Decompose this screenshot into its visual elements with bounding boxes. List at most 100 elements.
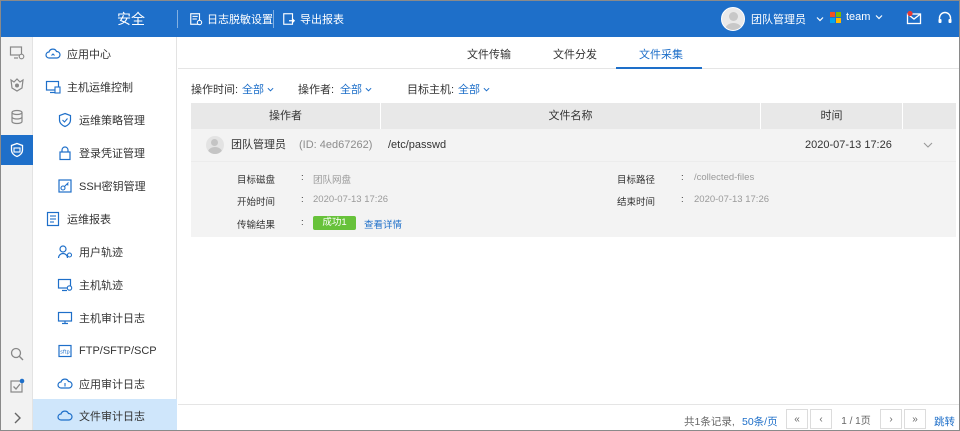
tab-file-distribution[interactable]: 文件分发 (553, 46, 597, 62)
brand-title: 安全 (117, 11, 145, 27)
crest-icon (10, 78, 24, 92)
team-switcher[interactable]: team (830, 11, 883, 23)
chevron-down-icon (483, 87, 490, 92)
sidebar-item-login-credentials[interactable]: 登录凭证管理 (33, 136, 177, 169)
goto-page-button[interactable]: 跳转 (934, 414, 955, 429)
sidebar-item-user-track[interactable]: 用户轨迹 (33, 235, 177, 268)
sidebar-item-label: 主机轨迹 (79, 279, 123, 292)
sidebar-item-host-audit-log[interactable]: 主机审计日志 (33, 301, 177, 334)
icon-rail (1, 37, 33, 430)
filter-time-dropdown[interactable]: 全部 (242, 81, 274, 97)
user-name: 团队管理员 (751, 14, 806, 26)
divider (177, 10, 178, 28)
sidebar-item-ssh-keys[interactable]: SSH密钥管理 (33, 169, 177, 202)
sidebar-item-label: 主机运维控制 (67, 81, 133, 94)
rail-host-security[interactable] (1, 135, 33, 165)
sidebar-item-label: 运维策略管理 (79, 114, 145, 127)
status-badge: 成功1 (313, 216, 356, 230)
sidebar-item-host-ops-control[interactable]: 主机运维控制 (33, 70, 177, 103)
chevron-down-icon (267, 87, 274, 92)
shield-icon (58, 112, 72, 127)
report-icon (46, 211, 60, 226)
task-check-icon (10, 378, 25, 393)
table-header: 操作者 文件名称 时间 (191, 103, 956, 129)
divider (273, 10, 274, 28)
cloud-icon (45, 48, 61, 59)
sidebar-item-label: SSH密钥管理 (79, 180, 146, 193)
sidebar-item-app-center[interactable]: 应用中心 (33, 37, 177, 70)
next-page-button[interactable]: › (880, 409, 902, 429)
sidebar-item-host-track[interactable]: 主机轨迹 (33, 268, 177, 301)
support-headset-icon[interactable] (937, 10, 953, 26)
svg-text:sftp: sftp (60, 349, 69, 355)
notification-mail-icon[interactable] (906, 10, 922, 26)
detail-path-value: /collected-files (694, 172, 755, 183)
operator-avatar (206, 136, 224, 154)
tab-file-transfer[interactable]: 文件传输 (467, 46, 511, 62)
chevron-down-icon (876, 15, 883, 20)
user-menu[interactable]: 团队管理员 (721, 7, 824, 31)
rail-database[interactable] (1, 102, 33, 132)
rail-expand[interactable] (1, 403, 33, 430)
rail-search[interactable] (1, 339, 33, 369)
chevron-down-icon[interactable] (923, 141, 933, 149)
first-page-button[interactable]: « (786, 409, 808, 429)
table-row[interactable]: 团队管理员 (ID: 4ed67262) /etc/passwd 2020-07… (191, 129, 956, 161)
filter-operator-dropdown[interactable]: 全部 (340, 81, 372, 97)
team-logo-icon (830, 11, 841, 23)
sidebar-item-label: 运维报表 (67, 213, 111, 226)
filter-host-dropdown[interactable]: 全部 (458, 81, 490, 97)
last-page-button[interactable]: » (904, 409, 926, 429)
filter-time-label: 操作时间: (191, 84, 239, 96)
sidebar-item-label: 主机审计日志 (79, 312, 145, 325)
sidebar-item-ftp-sftp-scp[interactable]: sftp FTP/SFTP/SCP (33, 334, 177, 367)
rail-security-crest[interactable] (1, 70, 33, 100)
filter-operator-value: 全部 (340, 84, 362, 96)
host-track-icon (57, 278, 73, 291)
prev-page-button[interactable]: ‹ (810, 409, 832, 429)
detail-disk-value: 团队网盘 (313, 175, 352, 186)
log-mask-settings-button[interactable]: 日志脱敏设置 (189, 11, 273, 27)
rail-tasks[interactable] (1, 371, 33, 401)
lock-icon (59, 145, 71, 160)
chevron-down-icon (816, 17, 824, 22)
sidebar-item-label: 应用审计日志 (79, 378, 145, 391)
detail-colon: : (681, 172, 684, 183)
ftp-icon: sftp (58, 344, 72, 357)
sidebar-item-label: 应用中心 (67, 48, 111, 61)
column-header-expand (903, 103, 956, 129)
view-detail-link[interactable]: 查看详情 (364, 217, 402, 231)
detail-colon: : (681, 194, 684, 205)
chevron-right-icon (14, 412, 21, 424)
top-bar: 安全 日志脱敏设置 导出报表 团队管理员 team (1, 1, 959, 37)
column-header-file-name: 文件名称 (381, 103, 761, 129)
sidebar-item-file-audit-log[interactable]: 文件审计日志 (33, 399, 177, 430)
detail-start-label: 开始时间 (237, 197, 276, 208)
filter-host-label: 目标主机: (407, 84, 455, 96)
tab-file-collection[interactable]: 文件采集 (639, 46, 683, 62)
row-file-name: /etc/passwd (388, 139, 447, 151)
sidebar-item-app-audit-log[interactable]: 应用审计日志 (33, 367, 177, 400)
tab-bar: 文件传输 文件分发 文件采集 (178, 37, 959, 69)
row-time: 2020-07-13 17:26 (805, 139, 892, 151)
shield-monitor-icon (10, 142, 24, 158)
rail-monitor-settings[interactable] (1, 38, 33, 68)
database-icon (11, 109, 23, 125)
key-icon (58, 178, 72, 193)
app-audit-icon (57, 378, 73, 389)
sidebar-item-ops-reports[interactable]: 运维报表 (33, 202, 177, 235)
filter-host-value: 全部 (458, 84, 480, 96)
detail-path-label: 目标路径 (617, 175, 656, 186)
sidebar-item-ops-policy[interactable]: 运维策略管理 (33, 103, 177, 136)
detail-colon: : (301, 172, 304, 183)
detail-start-value: 2020-07-13 17:26 (313, 194, 389, 205)
detail-end-label: 结束时间 (617, 197, 656, 208)
pagination-bar: 共1条记录, 50条/页 « ‹ 1 / 1页 › » 跳转 (178, 404, 959, 430)
page-size-select[interactable]: 50条/页 (742, 414, 778, 429)
export-report-button[interactable]: 导出报表 (282, 11, 344, 27)
chevron-down-icon (365, 87, 372, 92)
record-count: 共1条记录, (684, 416, 735, 428)
row-operator-id: (ID: 4ed67262) (299, 139, 373, 151)
detail-colon: : (301, 217, 304, 228)
sidebar-item-label: FTP/SFTP/SCP (79, 344, 157, 357)
